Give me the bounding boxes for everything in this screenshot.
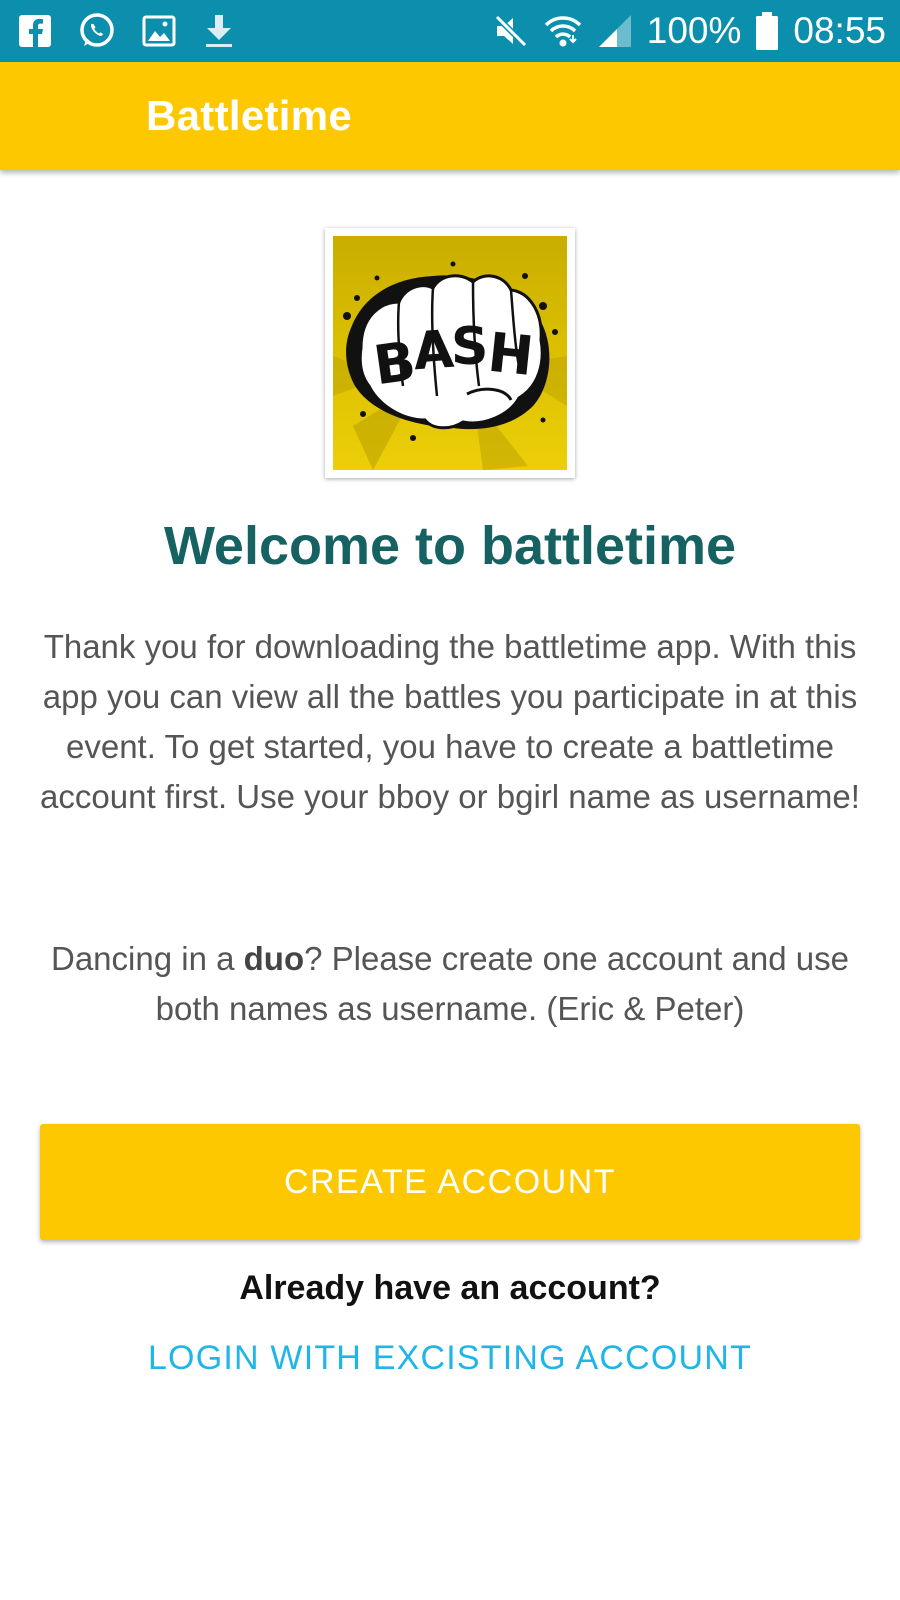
status-bar: 100% 08:55 — [0, 0, 900, 62]
welcome-heading: Welcome to battletime — [163, 516, 737, 576]
mute-icon — [494, 14, 527, 48]
signal-icon — [598, 15, 631, 47]
wifi-icon — [544, 16, 582, 47]
svg-text:S: S — [451, 317, 488, 377]
download-icon — [206, 15, 232, 47]
clock: 08:55 — [793, 10, 886, 51]
duo-text-start: Dancing in a — [51, 940, 244, 977]
whatsapp-icon — [80, 13, 114, 47]
duo-emphasis: duo — [243, 940, 305, 977]
already-have-account-text: Already have an account? — [239, 1269, 661, 1307]
svg-text:A: A — [411, 320, 455, 383]
gallery-icon — [142, 15, 176, 47]
login-existing-account-link[interactable]: LOGIN WITH EXCISTING ACCOUNT — [0, 1336, 900, 1380]
app-logo: B A S H — [325, 228, 575, 478]
bash-fist-logo: B A S H — [333, 236, 567, 470]
svg-text:H: H — [485, 321, 537, 388]
system-status: 100% 08:55 — [493, 8, 886, 54]
app-bar: Battletime — [0, 62, 900, 170]
intro-text: Thank you for downloading the battletime… — [40, 628, 860, 815]
notification-icons — [18, 12, 236, 50]
battery-icon — [756, 12, 779, 50]
battery-percentage: 100% — [646, 10, 742, 51]
duo-text: Dancing in a duo? Please create one acco… — [36, 934, 864, 1034]
app-title: Battletime — [146, 92, 353, 139]
facebook-icon — [19, 15, 51, 47]
create-account-button[interactable]: CREATE ACCOUNT — [40, 1124, 860, 1240]
